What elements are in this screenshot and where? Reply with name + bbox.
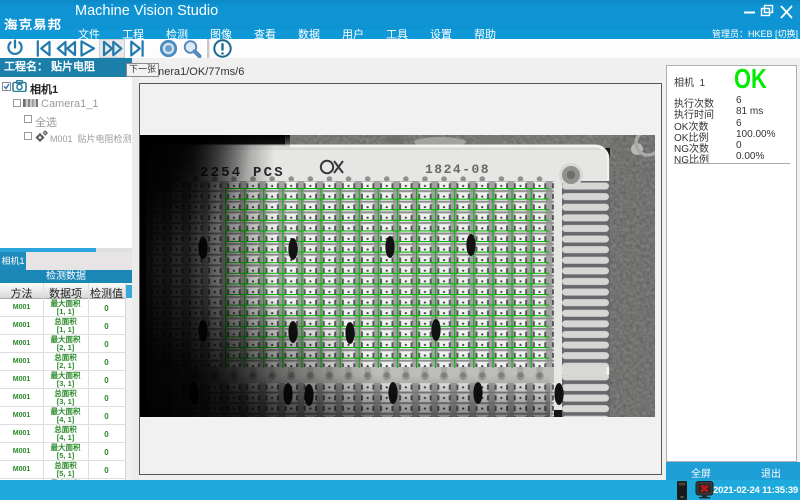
svg-text:1824-08: 1824-08 (425, 162, 490, 177)
